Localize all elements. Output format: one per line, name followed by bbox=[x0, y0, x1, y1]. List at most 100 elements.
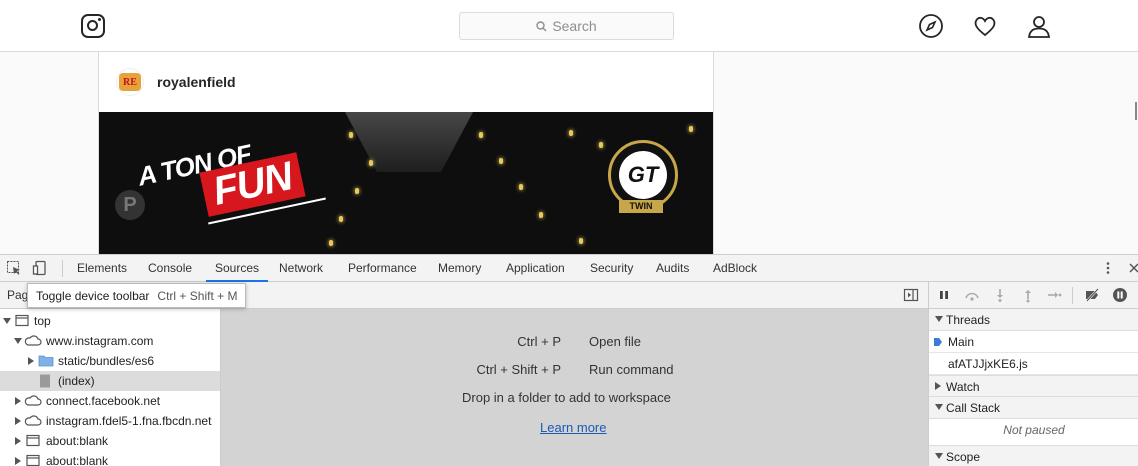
light-dot bbox=[539, 212, 543, 218]
debugger-sidebar: Threads Main afATJJjxKE6.js Watch Call S… bbox=[928, 309, 1138, 466]
post-image[interactable]: P A TON OF FUN GT TWIN bbox=[99, 112, 713, 254]
expand-arrow-icon[interactable] bbox=[14, 338, 22, 344]
tree-item-frame[interactable]: about:blank bbox=[0, 431, 220, 451]
tab-audits[interactable]: Audits bbox=[656, 255, 689, 282]
step-out-icon[interactable] bbox=[1020, 287, 1036, 303]
collapse-arrow-icon[interactable] bbox=[935, 404, 943, 410]
thread-label: afATJJjxKE6.js bbox=[948, 357, 1028, 371]
tree-item-file[interactable]: (index) bbox=[0, 371, 220, 391]
heart-icon[interactable] bbox=[972, 13, 998, 39]
avatar[interactable]: RE bbox=[116, 68, 144, 96]
light-dot bbox=[355, 188, 359, 194]
learn-more-link[interactable]: Learn more bbox=[540, 420, 606, 435]
cloud-icon bbox=[24, 395, 42, 406]
expand-arrow-icon[interactable] bbox=[15, 417, 21, 425]
frame-icon bbox=[26, 434, 40, 447]
collapse-arrow-icon[interactable] bbox=[935, 316, 943, 322]
search-input[interactable]: Search bbox=[459, 12, 674, 40]
shortcut-action: Open file bbox=[589, 334, 642, 349]
expand-arrow-icon[interactable] bbox=[15, 397, 21, 405]
deactivate-breakpoints-icon[interactable] bbox=[1084, 287, 1100, 303]
tree-item-folder[interactable]: static/bundles/es6 bbox=[0, 351, 220, 371]
device-toolbar-icon[interactable] bbox=[32, 260, 48, 276]
step-into-icon[interactable] bbox=[992, 287, 1008, 303]
tree-label: about:blank bbox=[46, 454, 109, 466]
devtools-panel: Elements Console Sources Network Perform… bbox=[0, 254, 1138, 466]
light-dot bbox=[689, 126, 693, 132]
tab-elements[interactable]: Elements bbox=[77, 255, 127, 282]
inspect-element-icon[interactable] bbox=[6, 260, 22, 276]
tab-application[interactable]: Application bbox=[506, 255, 565, 282]
expand-arrow-icon[interactable] bbox=[935, 382, 941, 390]
close-icon[interactable] bbox=[1126, 260, 1138, 276]
light-dot bbox=[369, 160, 373, 166]
file-icon bbox=[40, 374, 50, 388]
tree-item-top[interactable]: top bbox=[0, 311, 220, 331]
profile-icon[interactable] bbox=[1026, 13, 1052, 39]
post-card: RE royalenfield P A TON OF FUN GT TWIN bbox=[98, 52, 714, 272]
instagram-header: Search bbox=[0, 0, 1138, 52]
tab-sources[interactable]: Sources bbox=[206, 255, 269, 282]
section-label: Scope bbox=[946, 450, 981, 464]
workspace-hint: Drop in a folder to add to workspace bbox=[462, 390, 671, 405]
current-thread-arrow-icon bbox=[934, 338, 942, 346]
expand-arrow-icon[interactable] bbox=[15, 457, 21, 465]
section-call-stack[interactable]: Call Stack bbox=[929, 397, 1138, 419]
pause-icon[interactable] bbox=[936, 287, 952, 303]
tree-item-frame[interactable]: about:blank bbox=[0, 451, 220, 466]
tooltip-shortcut: Ctrl + Shift + M bbox=[157, 289, 238, 303]
search-placeholder: Search bbox=[552, 18, 597, 34]
light-dot bbox=[499, 158, 503, 164]
instagram-logo-icon[interactable] bbox=[81, 14, 105, 38]
tree-item-domain[interactable]: www.instagram.com bbox=[0, 331, 220, 351]
editor-placeholder[interactable]: Ctrl + P Open file Ctrl + Shift + P Run … bbox=[221, 309, 928, 466]
page-scrollbar[interactable] bbox=[1135, 102, 1137, 120]
expand-arrow-icon[interactable] bbox=[3, 318, 11, 324]
tab-console[interactable]: Console bbox=[148, 255, 192, 282]
cloud-icon bbox=[24, 335, 42, 346]
thread-label: Main bbox=[948, 335, 975, 349]
pause-on-exceptions-icon[interactable] bbox=[1112, 287, 1128, 303]
tab-adblock[interactable]: AdBlock bbox=[713, 255, 757, 282]
section-scope[interactable]: Scope bbox=[929, 445, 1138, 466]
tree-item-domain[interactable]: connect.facebook.net bbox=[0, 391, 220, 411]
devtools-tabbar: Elements Console Sources Network Perform… bbox=[0, 255, 1138, 282]
expand-arrow-icon[interactable] bbox=[28, 357, 34, 365]
toggle-navigator-icon[interactable] bbox=[903, 287, 919, 303]
section-threads[interactable]: Threads bbox=[929, 309, 1138, 331]
parking-sign: P bbox=[115, 190, 145, 220]
light-dot bbox=[479, 132, 483, 138]
tab-performance[interactable]: Performance bbox=[348, 255, 417, 282]
explore-compass-icon[interactable] bbox=[918, 13, 944, 39]
step-icon[interactable] bbox=[1046, 287, 1062, 303]
collapse-arrow-icon[interactable] bbox=[935, 453, 943, 459]
thread-item-main[interactable]: Main bbox=[929, 331, 1138, 353]
section-watch[interactable]: Watch bbox=[929, 375, 1138, 397]
shortcut-action: Run command bbox=[589, 362, 674, 377]
tab-security[interactable]: Security bbox=[590, 255, 633, 282]
cloud-icon bbox=[24, 415, 42, 426]
frame-icon bbox=[15, 314, 29, 327]
section-label: Call Stack bbox=[946, 401, 1001, 415]
tree-item-domain[interactable]: instagram.fdel5-1.fna.fbcdn.net bbox=[0, 411, 220, 431]
tab-memory[interactable]: Memory bbox=[438, 255, 481, 282]
avatar-logo: RE bbox=[119, 73, 141, 91]
tab-network[interactable]: Network bbox=[279, 255, 323, 282]
ceiling-shape bbox=[345, 112, 473, 172]
search-icon bbox=[536, 20, 547, 31]
tree-label: static/bundles/es6 bbox=[58, 354, 155, 368]
expand-arrow-icon[interactable] bbox=[15, 437, 21, 445]
tree-label: instagram.fdel5-1.fna.fbcdn.net bbox=[46, 414, 212, 428]
step-over-icon[interactable] bbox=[964, 287, 980, 303]
not-paused-text: Not paused bbox=[1003, 423, 1065, 437]
device-toolbar-tooltip: Toggle device toolbar Ctrl + Shift + M bbox=[27, 283, 247, 308]
post-header: RE royalenfield bbox=[99, 52, 713, 112]
post-username[interactable]: royalenfield bbox=[157, 74, 236, 90]
section-label: Watch bbox=[946, 380, 980, 394]
tree-label: connect.facebook.net bbox=[46, 394, 161, 408]
thread-item[interactable]: afATJJjxKE6.js bbox=[929, 353, 1138, 375]
more-options-icon[interactable] bbox=[1100, 260, 1116, 276]
pane-divider bbox=[928, 282, 929, 309]
tooltip-text: Toggle device toolbar bbox=[36, 289, 150, 303]
badge-sub-text: TWIN bbox=[619, 200, 663, 213]
